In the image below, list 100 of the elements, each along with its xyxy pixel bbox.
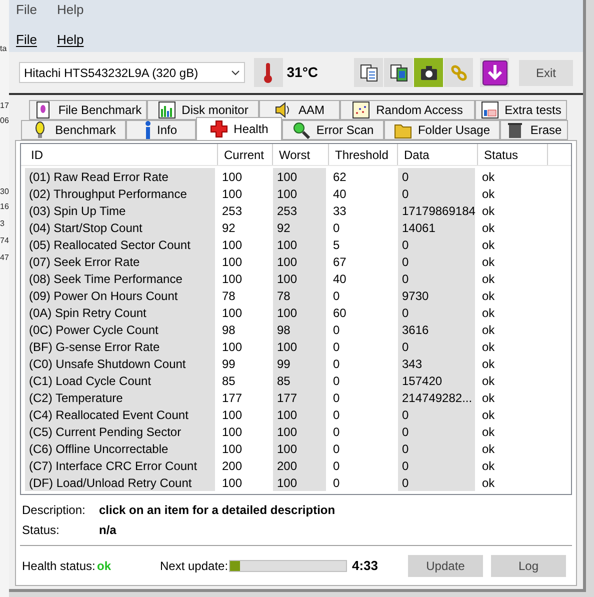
column-header[interactable]: Data (398, 144, 478, 165)
column-header[interactable]: ID (25, 144, 218, 165)
health-status-value: ok (97, 558, 112, 574)
table-cell: (C2) Temperature (25, 389, 218, 406)
column-header[interactable]: Current (218, 144, 273, 165)
table-cell: 3616 (398, 321, 478, 338)
table-cell: 343 (398, 355, 478, 372)
tab[interactable]: Error Scan (282, 120, 384, 140)
log-button[interactable]: Log (491, 554, 566, 576)
magnifier-icon (292, 121, 310, 139)
table-cell-text: 100 (221, 186, 244, 202)
background-text: ta (0, 44, 8, 54)
table-cell: 98 (273, 321, 329, 338)
table-cell: 100 (273, 423, 329, 440)
table-cell: (0A) Spin Retry Count (25, 304, 218, 321)
table-cell: 100 (273, 304, 329, 321)
table-cell-text: ok (481, 440, 496, 457)
table-cell: 100 (273, 253, 329, 270)
chain-icon (448, 62, 469, 82)
table-cell-text: ok (481, 474, 496, 491)
table-cell-text: 0 (332, 474, 341, 491)
tab[interactable]: File Benchmark (29, 100, 147, 120)
description-text: click on an item for a detailed description (99, 502, 336, 519)
table-cell: (09) Power On Hours Count (25, 287, 218, 304)
table-cell: 17179869184 (398, 202, 478, 219)
table-cell-text: 0 (332, 458, 341, 474)
update-button[interactable]: Update (408, 554, 483, 576)
table-row[interactable]: (0A) Spin Retry Count 100 100 60 0 ok (21, 304, 571, 321)
table-cell: 214749282... (398, 389, 478, 406)
table-cell-text: 100 (221, 440, 244, 457)
table-cell-text: ok (481, 406, 496, 423)
table-cell-text: 200 (221, 458, 244, 474)
table-cell-text: 100 (221, 338, 244, 355)
table-cell-text: 67 (332, 254, 348, 270)
table-cell-text: 100 (221, 424, 244, 440)
table-cell-text: 0 (332, 220, 341, 236)
table-cell: (DF) Load/Unload Retry Count (25, 474, 218, 491)
table-cell-text: 78 (221, 288, 236, 304)
table-cell: 157420 (398, 372, 478, 389)
tab[interactable]: AAM (259, 100, 340, 120)
scatter-chart-icon (352, 101, 370, 119)
next-update-label: Next update: (160, 558, 229, 574)
table-cell: 0 (398, 270, 478, 287)
table-cell: 100 (273, 474, 329, 491)
tab[interactable]: Benchmark (21, 120, 126, 140)
table-row[interactable]: (07) Seek Error Rate 100 100 67 0 ok (21, 253, 571, 270)
thermometer-icon (263, 62, 274, 84)
menu-item[interactable]: File (16, 30, 37, 50)
table-cell: 14061 (398, 219, 478, 236)
tab[interactable]: Health (196, 117, 282, 140)
table-cell: 0 (398, 236, 478, 253)
thermometer-button[interactable] (254, 58, 283, 87)
table-cell-text: ok (481, 168, 496, 185)
toolbar-button[interactable] (354, 58, 384, 87)
toolbar-button[interactable] (384, 58, 414, 87)
drive-select[interactable]: Hitachi HTS543232L9A (320 gB) (19, 62, 245, 83)
table-cell: 100 (273, 406, 329, 423)
tab[interactable]: Extra tests (475, 100, 567, 120)
table-cell-text: 40 (332, 270, 348, 287)
table-cell: 9730 (398, 287, 478, 304)
tab[interactable]: Disk monitor (147, 100, 259, 120)
exit-button[interactable]: Exit (519, 60, 573, 86)
column-header[interactable]: Status (478, 144, 548, 165)
column-header[interactable]: Worst (273, 144, 329, 165)
toolbar-button[interactable] (480, 58, 510, 87)
background-text: 47 (0, 253, 9, 263)
table-row[interactable]: (DF) Load/Unload Retry Count 100 100 0 0 ok (21, 474, 571, 491)
table-cell: 100 (273, 270, 329, 287)
medical-cross-icon (210, 120, 228, 138)
table-cell-text: 0 (332, 322, 341, 338)
tab[interactable]: Info (126, 120, 196, 140)
table-cell-text: 100 (221, 474, 244, 491)
table-cell-text: ok (481, 270, 496, 287)
table-cell: 100 (273, 168, 329, 185)
tab[interactable]: Folder Usage (384, 120, 500, 140)
toolbar-button[interactable] (414, 58, 444, 87)
table-cell: 99 (273, 355, 329, 372)
table-cell-text: 85 (221, 372, 236, 389)
column-header[interactable]: Threshold (329, 144, 398, 165)
chevron-down-icon (230, 70, 240, 76)
table-cell: 85 (273, 372, 329, 389)
table-cell-text: 99 (221, 356, 236, 372)
table-cell: 0 (398, 406, 478, 423)
table-cell-text: 40 (332, 186, 348, 202)
table-cell: (BF) G-sense Error Rate (25, 338, 218, 355)
tab[interactable]: Random Access (340, 100, 475, 120)
table-cell-text: ok (481, 458, 496, 474)
bar-chart-icon (158, 101, 176, 119)
table-cell-text: 5 (332, 236, 341, 253)
table-cell-text: ok (481, 356, 496, 372)
table-cell-text: ok (481, 236, 496, 253)
info-icon (144, 121, 151, 139)
menu-item[interactable]: Help (56, 30, 84, 50)
table-cell: (01) Raw Read Error Rate (25, 168, 218, 185)
table-cell-text: 100 (221, 270, 244, 287)
health-status-label: Health status: (22, 558, 96, 574)
countdown-time: 4:33 (352, 556, 380, 575)
background-text: 74 (0, 236, 9, 246)
tab[interactable]: Erase (500, 120, 568, 140)
table-cell: 0 (398, 423, 478, 440)
